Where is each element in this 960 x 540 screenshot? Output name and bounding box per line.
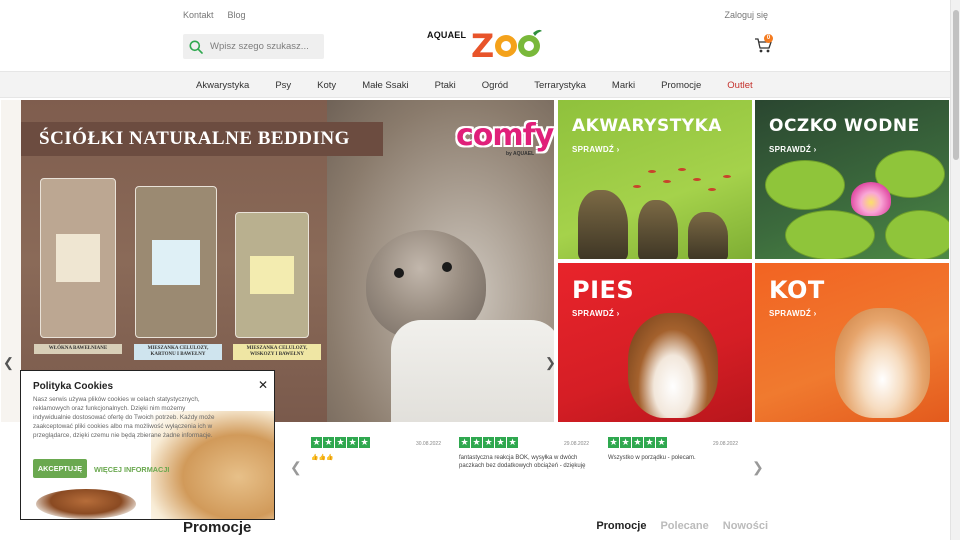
logo-zoo-mark: Z xyxy=(471,27,542,63)
tile-check-link[interactable]: SPRAWDŹ › xyxy=(769,309,817,318)
review-text: fantastyczna reakcja BOK, wysyłka w dwóc… xyxy=(459,455,586,469)
top-links: Kontakt Blog xyxy=(183,10,246,20)
close-icon[interactable]: ✕ xyxy=(258,378,268,392)
review-date: 29.08.2022 xyxy=(712,441,738,447)
category-tile-akwarystyka[interactable]: AKWARYSTYKA SPRAWDŹ › xyxy=(558,100,752,259)
search-input[interactable] xyxy=(210,41,320,52)
logo[interactable]: AQUAEL Z xyxy=(427,27,542,63)
page: Kontakt Blog Zaloguj się AQUAEL Z 0 xyxy=(0,0,960,540)
review-text: Wszystko w porządku - polecam. xyxy=(608,455,696,461)
product-tabs: Promocje Polecane Nowości xyxy=(596,520,768,532)
main-nav: Akwarystyka Psy Koty Małe Ssaki Ptaki Og… xyxy=(0,71,950,98)
nav-item-marki[interactable]: Marki xyxy=(612,80,635,91)
tile-title: KOT xyxy=(769,276,825,304)
review-item: ★ ★ ★ ★ ★ 29.08.2022 Wszystko w porządku - p… xyxy=(608,437,738,462)
nav-item-psy[interactable]: Psy xyxy=(275,80,291,91)
nav-item-ptaki[interactable]: Ptaki xyxy=(435,80,456,91)
tile-title: PIES xyxy=(572,276,635,304)
cookie-text: Nasz serwis używa plików cookies w celac… xyxy=(33,396,215,439)
cart-button[interactable]: 0 xyxy=(754,34,776,55)
nav-item-akwarystyka[interactable]: Akwarystyka xyxy=(196,80,249,91)
bowl-image xyxy=(391,320,554,422)
tab-nowosci[interactable]: Nowości xyxy=(723,520,768,532)
product-bag-1 xyxy=(40,178,116,338)
nav-item-terrarystyka[interactable]: Terrarystyka xyxy=(534,80,586,91)
hero-prev-arrow[interactable]: ❮ xyxy=(3,355,14,371)
nav-item-male-ssaki[interactable]: Małe Ssaki xyxy=(362,80,408,91)
cat-image xyxy=(835,308,930,418)
comfy-logo: comfy by AQUAEL xyxy=(448,118,554,160)
login-link[interactable]: Zaloguj się xyxy=(724,10,768,20)
accept-cookies-button[interactable]: AKCEPTUJĘ xyxy=(33,459,87,478)
scrollbar-thumb[interactable] xyxy=(953,10,959,160)
review-text: 👍👍👍 xyxy=(311,455,334,461)
hero-next-arrow[interactable]: ❯ xyxy=(545,355,554,371)
dog-image xyxy=(628,313,718,418)
review-item: ★ ★ ★ ★ ★ 30.08.2022 👍👍👍 xyxy=(311,437,441,462)
tile-check-link[interactable]: SPRAWDŹ › xyxy=(572,309,620,318)
product-bag-2 xyxy=(135,186,217,338)
nav-item-outlet[interactable]: Outlet xyxy=(727,80,752,91)
cookie-title: Polityka Cookies xyxy=(33,381,114,392)
search-icon[interactable] xyxy=(189,40,203,54)
bag-caption-3: MIESZANKA CELULOZY, WISKOZY I BAWEŁNY xyxy=(233,344,321,360)
more-info-link[interactable]: WIĘCEJ INFORMACJI xyxy=(94,465,169,474)
hero-title: ŚCIÓŁKI NATURALNE BEDDING xyxy=(39,128,350,149)
comfy-badge-sub: by AQUAEL xyxy=(506,151,535,157)
product-bag-3 xyxy=(235,212,309,338)
category-tile-oczko-wodne[interactable]: OCZKO WODNE SPRAWDŹ › xyxy=(755,100,949,259)
biscuits-illustration xyxy=(36,489,136,519)
bag-caption-2: MIESZANKA CELULOZY, KARTONU I BAWEŁNY xyxy=(134,344,222,360)
reviews-next-arrow[interactable]: ❯ xyxy=(752,459,764,476)
comfy-badge-text: comfy xyxy=(456,118,554,153)
tile-check-link[interactable]: SPRAWDŹ › xyxy=(769,145,817,154)
tab-promocje[interactable]: Promocje xyxy=(596,520,646,532)
cart-count-badge: 0 xyxy=(764,34,773,43)
category-tile-kot[interactable]: KOT SPRAWDŹ › xyxy=(755,263,949,422)
reviews-carousel: ❮ ★ ★ ★ ★ ★ 30.08.2022 👍👍👍 ★ ★ ★ ★ ★ 29.08.2022 … xyxy=(290,437,770,477)
nav-item-ogrod[interactable]: Ogród xyxy=(482,80,508,91)
tile-title: OCZKO WODNE xyxy=(769,116,920,136)
section-heading: Promocje xyxy=(183,519,252,536)
contact-link[interactable]: Kontakt xyxy=(183,10,214,20)
blog-link[interactable]: Blog xyxy=(228,10,246,20)
nav-item-promocje[interactable]: Promocje xyxy=(661,80,701,91)
cookie-popup: Polityka Cookies ✕ Nasz serwis używa pli… xyxy=(20,370,275,520)
reviews-prev-arrow[interactable]: ❮ xyxy=(290,459,302,476)
review-date: 29.08.2022 xyxy=(563,441,589,447)
category-tile-pies[interactable]: PIES SPRAWDŹ › xyxy=(558,263,752,422)
tab-polecane[interactable]: Polecane xyxy=(660,520,708,532)
svg-text:Z: Z xyxy=(471,27,494,63)
review-date: 30.08.2022 xyxy=(415,441,441,447)
nav-item-koty[interactable]: Koty xyxy=(317,80,336,91)
logo-brand: AQUAEL xyxy=(427,30,467,40)
review-item: ★ ★ ★ ★ ★ 29.08.2022 fantastyczna reakcja BO… xyxy=(459,437,589,470)
page-scrollbar[interactable] xyxy=(950,0,960,540)
lotus-image xyxy=(851,182,891,216)
bag-caption-1: WŁÓKNA BAWEŁNIANE xyxy=(34,344,122,354)
tile-check-link[interactable]: SPRAWDŹ › xyxy=(572,145,620,154)
search-box[interactable] xyxy=(183,34,324,59)
tile-title: AKWARYSTYKA xyxy=(572,116,722,136)
